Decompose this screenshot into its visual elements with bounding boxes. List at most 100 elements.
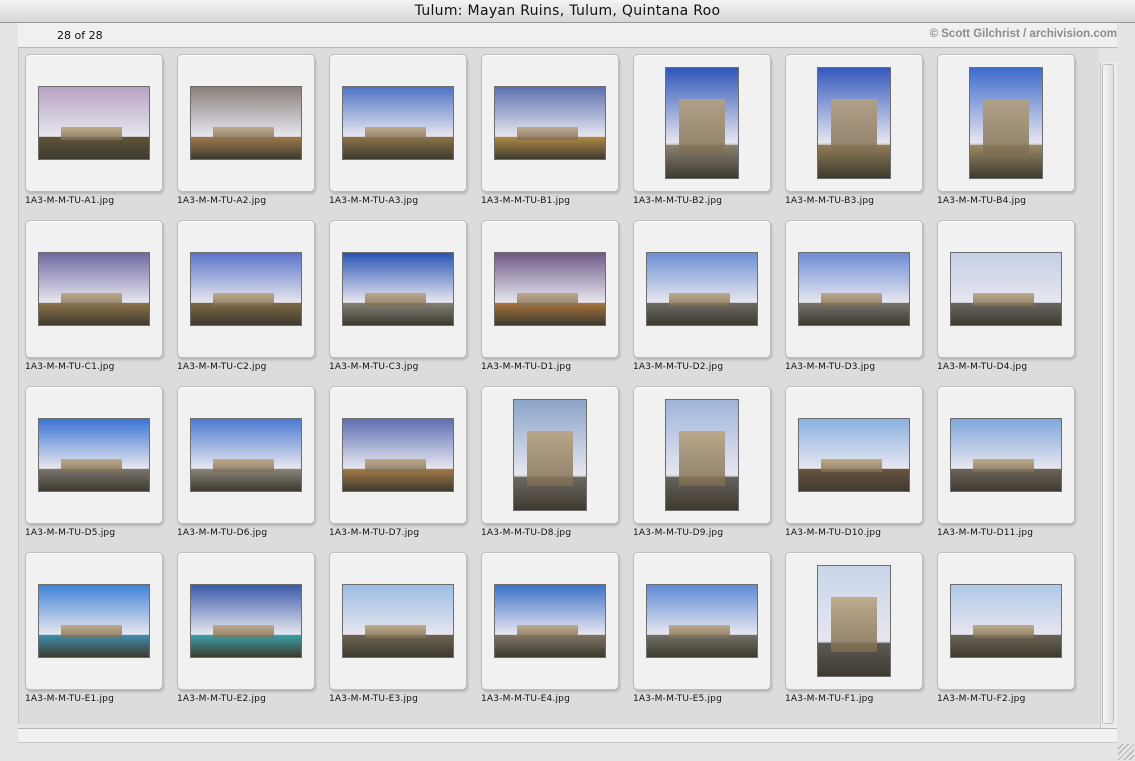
slide-mount[interactable] — [633, 386, 771, 524]
scrollbar-thumb[interactable] — [1102, 64, 1114, 724]
slide-mount[interactable] — [481, 220, 619, 358]
thumbnail-item[interactable]: 1A3-M-M-TU-D2.jpg — [633, 220, 785, 386]
thumbnail-item[interactable]: 1A3-M-M-TU-D9.jpg — [633, 386, 785, 552]
slide-mount[interactable] — [177, 386, 315, 524]
thumbnail-item[interactable]: 1A3-M-M-TU-A1.jpg — [25, 54, 177, 220]
slide-mount[interactable] — [633, 552, 771, 690]
thumbnail-image[interactable] — [665, 399, 739, 511]
thumbnail-image[interactable] — [817, 565, 891, 677]
thumbnail-image[interactable] — [646, 252, 758, 326]
slide-mount[interactable] — [937, 386, 1075, 524]
thumbnail-image[interactable] — [798, 418, 910, 492]
thumbnail-item[interactable]: 1A3-M-M-TU-D6.jpg — [177, 386, 329, 552]
slide-mount[interactable] — [633, 220, 771, 358]
slide-mount[interactable] — [785, 552, 923, 690]
info-bar: 28 of 28 © Scott Gilchrist / archivision… — [18, 23, 1117, 48]
slide-mount[interactable] — [25, 54, 163, 192]
slide-mount[interactable] — [785, 54, 923, 192]
thumbnail-image[interactable] — [665, 67, 739, 179]
thumbnail-item[interactable]: 1A3-M-M-TU-F2.jpg — [937, 552, 1089, 718]
thumbnail-ruin-shape — [365, 127, 426, 141]
horizontal-scroll-area[interactable] — [18, 728, 1117, 743]
thumbnail-image[interactable] — [494, 252, 606, 326]
thumbnail-image[interactable] — [494, 86, 606, 160]
slide-mount[interactable] — [25, 220, 163, 358]
thumbnail-ground — [951, 303, 1061, 325]
thumbnail-item[interactable]: 1A3-M-M-TU-D8.jpg — [481, 386, 633, 552]
thumbnail-item[interactable]: 1A3-M-M-TU-C1.jpg — [25, 220, 177, 386]
thumbnail-item[interactable]: 1A3-M-M-TU-F1.jpg — [785, 552, 937, 718]
thumbnail-image[interactable] — [950, 418, 1062, 492]
thumbnail-ruin-shape — [517, 293, 578, 307]
thumbnail-item[interactable]: 1A3-M-M-TU-C2.jpg — [177, 220, 329, 386]
slide-mount[interactable] — [937, 54, 1075, 192]
thumbnail-image[interactable] — [817, 67, 891, 179]
thumbnail-image[interactable] — [646, 584, 758, 658]
slide-mount[interactable] — [329, 220, 467, 358]
thumbnail-item[interactable]: 1A3-M-M-TU-E2.jpg — [177, 552, 329, 718]
slide-mount[interactable] — [177, 552, 315, 690]
copyright-credit: © Scott Gilchrist / archivision.com — [929, 28, 1117, 40]
thumbnail-item[interactable]: 1A3-M-M-TU-D1.jpg — [481, 220, 633, 386]
slide-mount[interactable] — [329, 552, 467, 690]
thumbnail-image[interactable] — [950, 584, 1062, 658]
thumbnail-image[interactable] — [969, 67, 1043, 179]
thumbnail-item[interactable]: 1A3-M-M-TU-D5.jpg — [25, 386, 177, 552]
resize-grip-icon[interactable] — [1118, 744, 1134, 760]
thumbnail-image[interactable] — [513, 399, 587, 511]
slide-mount[interactable] — [785, 386, 923, 524]
slide-mount[interactable] — [25, 552, 163, 690]
thumbnail-image[interactable] — [342, 252, 454, 326]
slide-mount[interactable] — [177, 54, 315, 192]
thumbnail-image[interactable] — [342, 86, 454, 160]
slide-mount[interactable] — [633, 54, 771, 192]
slide-mount[interactable] — [785, 220, 923, 358]
thumbnail-image[interactable] — [38, 418, 150, 492]
thumbnail-image[interactable] — [798, 252, 910, 326]
slide-mount[interactable] — [177, 220, 315, 358]
slide-mount[interactable] — [481, 552, 619, 690]
thumbnail-ground — [495, 137, 605, 159]
thumbnail-item[interactable]: 1A3-M-M-TU-D11.jpg — [937, 386, 1089, 552]
thumbnail-filename: 1A3-M-M-TU-C2.jpg — [177, 362, 267, 372]
slide-mount[interactable] — [329, 54, 467, 192]
thumbnail-item[interactable]: 1A3-M-M-TU-B3.jpg — [785, 54, 937, 220]
thumbnail-filename: 1A3-M-M-TU-B4.jpg — [937, 196, 1027, 206]
thumbnail-item[interactable]: 1A3-M-M-TU-B2.jpg — [633, 54, 785, 220]
thumbnail-item[interactable]: 1A3-M-M-TU-D4.jpg — [937, 220, 1089, 386]
thumbnail-image[interactable] — [342, 418, 454, 492]
thumbnail-image[interactable] — [494, 584, 606, 658]
slide-mount[interactable] — [481, 54, 619, 192]
thumbnail-filename: 1A3-M-M-TU-E3.jpg — [329, 694, 418, 704]
thumbnail-image[interactable] — [190, 86, 302, 160]
thumbnail-ruin-shape — [821, 459, 882, 473]
slide-mount[interactable] — [25, 386, 163, 524]
thumbnail-image[interactable] — [38, 252, 150, 326]
thumbnail-item[interactable]: 1A3-M-M-TU-D3.jpg — [785, 220, 937, 386]
thumbnail-image[interactable] — [342, 584, 454, 658]
thumbnail-filename: 1A3-M-M-TU-F1.jpg — [785, 694, 874, 704]
slide-mount[interactable] — [937, 552, 1075, 690]
thumbnail-item[interactable]: 1A3-M-M-TU-D10.jpg — [785, 386, 937, 552]
thumbnail-image[interactable] — [38, 86, 150, 160]
thumbnail-item[interactable]: 1A3-M-M-TU-E4.jpg — [481, 552, 633, 718]
thumbnail-image[interactable] — [950, 252, 1062, 326]
slide-mount[interactable] — [937, 220, 1075, 358]
thumbnail-item[interactable]: 1A3-M-M-TU-B1.jpg — [481, 54, 633, 220]
thumbnail-image[interactable] — [190, 252, 302, 326]
thumbnail-image[interactable] — [190, 584, 302, 658]
thumbnail-item[interactable]: 1A3-M-M-TU-D7.jpg — [329, 386, 481, 552]
thumbnail-item[interactable]: 1A3-M-M-TU-A2.jpg — [177, 54, 329, 220]
thumbnail-item[interactable]: 1A3-M-M-TU-E3.jpg — [329, 552, 481, 718]
thumbnail-ruin-shape — [821, 293, 882, 307]
thumbnail-image[interactable] — [190, 418, 302, 492]
thumbnail-image[interactable] — [38, 584, 150, 658]
thumbnail-item[interactable]: 1A3-M-M-TU-E1.jpg — [25, 552, 177, 718]
thumbnail-ruin-shape — [830, 98, 878, 154]
thumbnail-item[interactable]: 1A3-M-M-TU-B4.jpg — [937, 54, 1089, 220]
thumbnail-item[interactable]: 1A3-M-M-TU-A3.jpg — [329, 54, 481, 220]
slide-mount[interactable] — [481, 386, 619, 524]
thumbnail-item[interactable]: 1A3-M-M-TU-E5.jpg — [633, 552, 785, 718]
thumbnail-item[interactable]: 1A3-M-M-TU-C3.jpg — [329, 220, 481, 386]
slide-mount[interactable] — [329, 386, 467, 524]
